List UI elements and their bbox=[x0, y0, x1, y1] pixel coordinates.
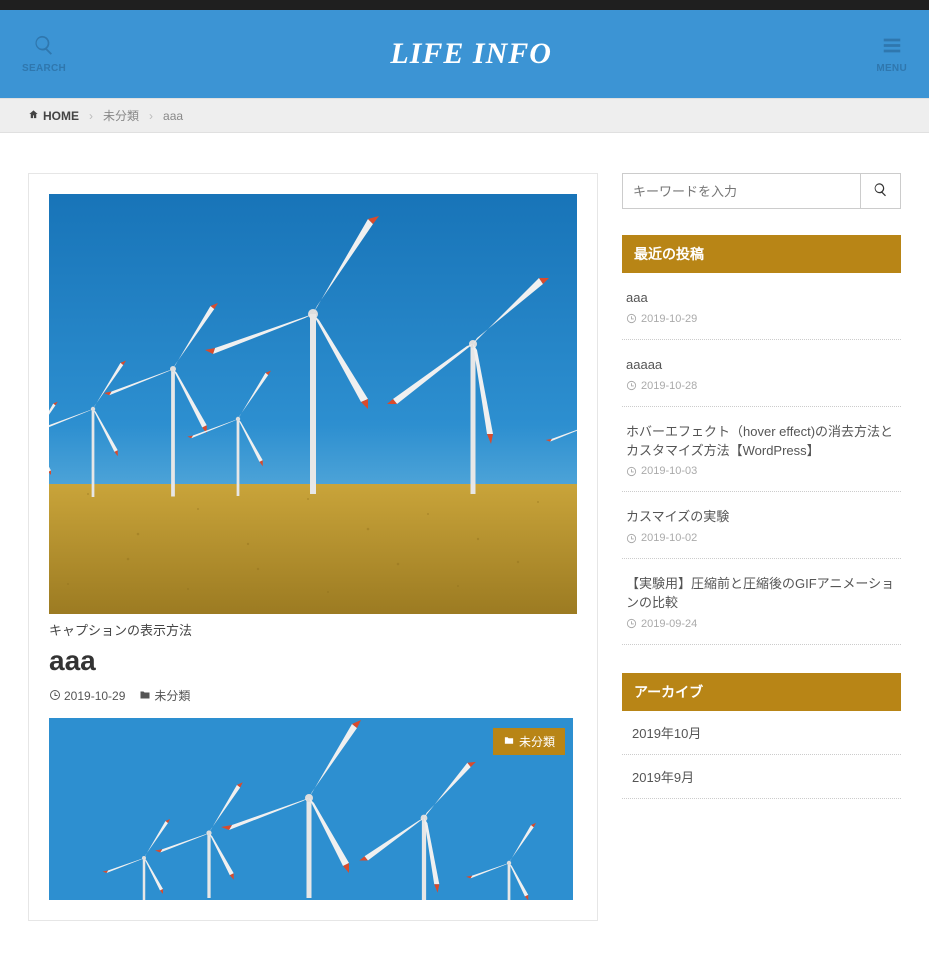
recent-posts-title: 最近の投稿 bbox=[622, 235, 901, 273]
folder-icon bbox=[139, 689, 151, 701]
recent-post-item[interactable]: aaaaa 2019-10-28 bbox=[622, 340, 901, 407]
recent-post-title: aaaaa bbox=[626, 356, 897, 375]
search-icon bbox=[33, 34, 55, 61]
content-wrap: キャプションの表示方法 aaa 2019-10-29 未分類 bbox=[0, 133, 929, 961]
menu-button-label: MENU bbox=[876, 63, 907, 74]
search-icon bbox=[873, 182, 888, 200]
recent-post-date: 2019-10-03 bbox=[626, 465, 897, 477]
archive-list: 2019年10月 2019年9月 bbox=[622, 711, 901, 799]
hamburger-icon bbox=[881, 34, 903, 61]
archive-item[interactable]: 2019年9月 bbox=[622, 755, 901, 799]
breadcrumb-home-label: HOME bbox=[43, 109, 79, 123]
archive-title: アーカイブ bbox=[622, 673, 901, 711]
clock-icon bbox=[626, 466, 637, 477]
menu-button[interactable]: MENU bbox=[876, 34, 907, 74]
site-header: SEARCH LIFE INFO MENU bbox=[0, 10, 929, 98]
search-box bbox=[622, 173, 901, 209]
hero-caption: キャプションの表示方法 bbox=[49, 620, 577, 639]
breadcrumb-current: aaa bbox=[163, 109, 183, 123]
site-title[interactable]: LIFE INFO bbox=[390, 37, 552, 71]
recent-post-item[interactable]: aaa 2019-10-29 bbox=[622, 273, 901, 340]
recent-post-title: aaa bbox=[626, 289, 897, 308]
home-icon bbox=[28, 109, 39, 123]
archive-widget: アーカイブ 2019年10月 2019年9月 bbox=[622, 673, 901, 799]
search-input[interactable] bbox=[623, 174, 860, 208]
content-image-wrap: 未分類 bbox=[49, 718, 573, 900]
post-category-meta[interactable]: 未分類 bbox=[139, 687, 190, 704]
breadcrumb-home[interactable]: HOME bbox=[28, 109, 79, 123]
main-column: キャプションの表示方法 aaa 2019-10-29 未分類 bbox=[28, 173, 598, 921]
breadcrumb-category[interactable]: 未分類 bbox=[103, 107, 139, 124]
clock-icon bbox=[626, 313, 637, 324]
clock-icon bbox=[626, 618, 637, 629]
clock-icon bbox=[49, 689, 61, 701]
category-badge-label: 未分類 bbox=[519, 733, 555, 750]
recent-post-date: 2019-09-24 bbox=[626, 618, 897, 630]
category-badge[interactable]: 未分類 bbox=[493, 728, 565, 755]
recent-post-date: 2019-10-29 bbox=[626, 313, 897, 325]
clock-icon bbox=[626, 533, 637, 544]
recent-post-item[interactable]: カスマイズの実験 2019-10-02 bbox=[622, 492, 901, 559]
recent-posts-list: aaa 2019-10-29 aaaaa 2019-10-28 ホバーエフェクト… bbox=[622, 273, 901, 645]
archive-item[interactable]: 2019年10月 bbox=[622, 711, 901, 755]
recent-posts-widget: 最近の投稿 aaa 2019-10-29 aaaaa 2019-10-28 bbox=[622, 235, 901, 645]
recent-post-item[interactable]: ホバーエフェクト（hover effect)の消去方法とカスタマイズ方法【Wor… bbox=[622, 407, 901, 493]
hero-image bbox=[49, 194, 577, 614]
folder-icon bbox=[503, 735, 515, 749]
search-button[interactable]: SEARCH bbox=[22, 34, 66, 74]
sidebar: 最近の投稿 aaa 2019-10-29 aaaaa 2019-10-28 bbox=[622, 173, 901, 827]
search-button-label: SEARCH bbox=[22, 63, 66, 74]
recent-post-title: ホバーエフェクト（hover effect)の消去方法とカスタマイズ方法【Wor… bbox=[626, 423, 897, 461]
breadcrumb-sep: › bbox=[89, 109, 93, 123]
recent-post-date: 2019-10-02 bbox=[626, 532, 897, 544]
breadcrumb: HOME › 未分類 › aaa bbox=[0, 98, 929, 133]
recent-post-title: 【実験用】圧縮前と圧縮後のGIFアニメーションの比較 bbox=[626, 575, 897, 613]
top-dark-bar bbox=[0, 0, 929, 10]
search-submit-button[interactable] bbox=[860, 174, 900, 208]
post-meta: 2019-10-29 未分類 bbox=[49, 687, 577, 704]
breadcrumb-sep: › bbox=[149, 109, 153, 123]
recent-post-title: カスマイズの実験 bbox=[626, 508, 897, 527]
post-title: aaa bbox=[49, 645, 577, 677]
clock-icon bbox=[626, 380, 637, 391]
recent-post-item[interactable]: 【実験用】圧縮前と圧縮後のGIFアニメーションの比較 2019-09-24 bbox=[622, 559, 901, 645]
post-date: 2019-10-29 bbox=[49, 689, 125, 703]
recent-post-date: 2019-10-28 bbox=[626, 380, 897, 392]
